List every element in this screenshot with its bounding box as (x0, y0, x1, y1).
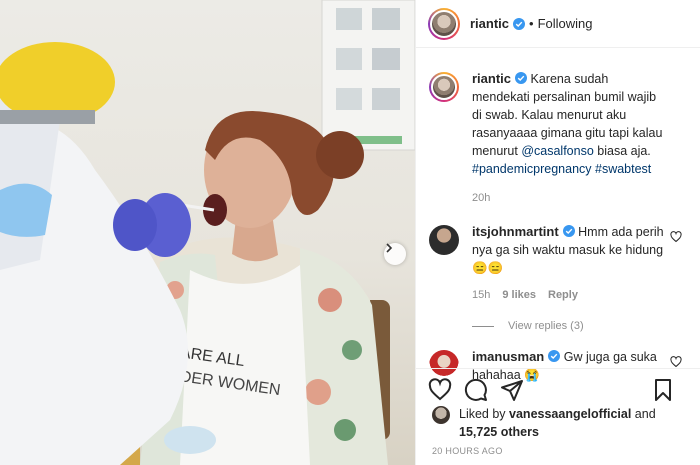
following-button[interactable]: Following (538, 16, 593, 31)
comment-likes[interactable]: 9 likes (502, 286, 536, 304)
reply-button[interactable]: Reply (548, 286, 578, 304)
caption-text-2: biasa aja. (593, 144, 651, 158)
likes-summary: Liked by vanessaangelofficial and 15,725… (432, 405, 692, 441)
verified-badge-icon (548, 350, 561, 362)
post-photo[interactable]: WE ARE ALL WONDER WOMEN (0, 0, 415, 465)
bookmark-icon[interactable] (651, 378, 675, 402)
comment-heart-icon[interactable] (670, 356, 682, 368)
view-replies-button[interactable]: View replies (3) (472, 320, 700, 332)
action-bar (416, 368, 700, 410)
post-sidebar: riantic • Following riantic Karena sudah… (415, 0, 700, 465)
post-header: riantic • Following (416, 0, 700, 48)
comment-username[interactable]: itsjohnmartint (472, 224, 559, 239)
caption-avatar[interactable] (429, 72, 459, 102)
author-username[interactable]: riantic (470, 16, 509, 31)
verified-badge-icon (513, 17, 526, 30)
comment-age: 15h (472, 289, 491, 301)
likes-prefix: Liked by (459, 407, 510, 421)
instagram-post: WE ARE ALL WONDER WOMEN riantic • Follow… (0, 0, 700, 465)
photo-illustration: WE ARE ALL WONDER WOMEN (0, 0, 415, 465)
author-avatar[interactable] (428, 7, 460, 40)
next-photo-button[interactable] (384, 243, 406, 265)
liker-avatar[interactable] (432, 406, 450, 424)
commenter-avatar[interactable] (429, 225, 459, 255)
comments-section: riantic Karena sudah mendekati persalina… (416, 56, 700, 384)
caption: riantic Karena sudah mendekati persalina… (416, 56, 700, 207)
verified-badge-icon (515, 72, 528, 84)
caption-age: 20h (472, 192, 491, 204)
comment-heart-icon[interactable] (670, 231, 682, 243)
share-icon[interactable] (500, 378, 524, 402)
comment-icon[interactable] (464, 378, 488, 402)
post-timestamp: 20 HOURS AGO (432, 446, 503, 456)
comment-item: itsjohnmartint Hmm ada perih nya ga sih … (416, 223, 700, 304)
caption-username[interactable]: riantic (472, 71, 511, 86)
view-replies-label: View replies (3) (508, 320, 584, 332)
chevron-right-icon (386, 243, 393, 253)
hashtag-links[interactable]: #pandemicpregnancy #swabtest (472, 162, 651, 176)
verified-badge-icon (562, 225, 575, 237)
likes-count[interactable]: 15,725 others (459, 425, 539, 439)
heart-icon[interactable] (428, 377, 452, 402)
liker-username[interactable]: vanessaangelofficial (509, 407, 631, 421)
header-separator: • (529, 16, 534, 31)
comment-emoji: 😑😑 (472, 261, 504, 275)
likes-middle: and (631, 407, 656, 421)
mention-link[interactable]: @casalfonso (521, 144, 593, 158)
comment-username[interactable]: imanusman (472, 349, 544, 364)
